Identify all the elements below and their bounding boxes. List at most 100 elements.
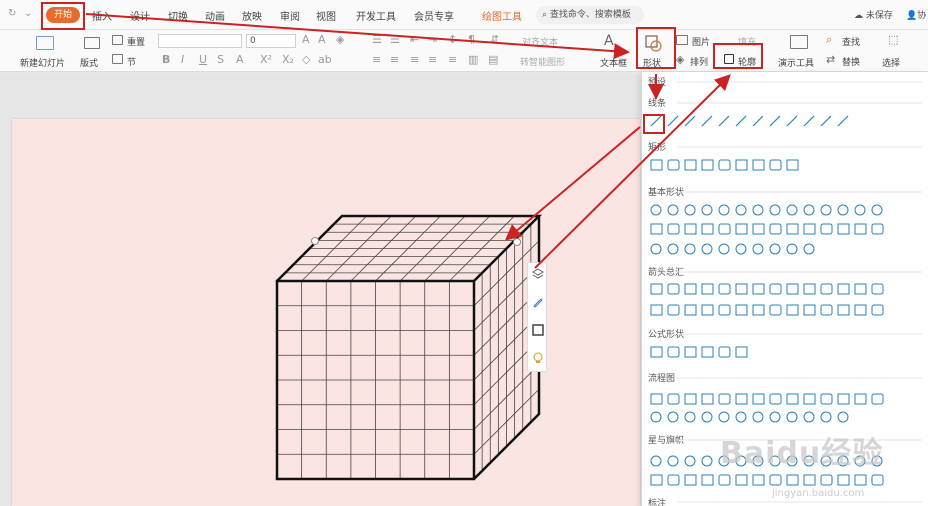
shape-option[interactable] <box>701 474 714 486</box>
shape-option[interactable] <box>752 474 765 486</box>
shape-option[interactable] <box>871 283 884 295</box>
shape-option[interactable] <box>667 283 680 295</box>
shape-option[interactable] <box>718 346 731 358</box>
shape-option[interactable] <box>752 115 764 127</box>
shape-option[interactable] <box>854 223 867 235</box>
shape-option[interactable] <box>684 204 696 216</box>
shape-option[interactable] <box>820 283 833 295</box>
shape-option[interactable] <box>718 159 731 171</box>
selection-handle[interactable] <box>513 238 521 246</box>
shape-option[interactable] <box>650 304 663 316</box>
shape-option[interactable] <box>803 115 815 127</box>
shape-option[interactable] <box>735 393 748 405</box>
shape-option[interactable] <box>769 204 781 216</box>
outline-square-icon[interactable] <box>531 323 545 337</box>
shape-option[interactable] <box>803 283 816 295</box>
shape-option[interactable] <box>786 159 799 171</box>
layers-icon[interactable] <box>531 267 545 281</box>
shape-option[interactable] <box>667 304 680 316</box>
shape-option[interactable] <box>701 115 713 127</box>
shape-option[interactable] <box>718 243 730 255</box>
shape-option[interactable] <box>667 411 679 423</box>
shape-option[interactable] <box>667 243 679 255</box>
shape-option[interactable] <box>701 411 713 423</box>
shape-option[interactable] <box>803 304 816 316</box>
shape-option[interactable] <box>718 283 731 295</box>
shape-option[interactable] <box>650 283 663 295</box>
shape-option[interactable] <box>769 474 782 486</box>
shape-option[interactable] <box>854 474 867 486</box>
shape-option[interactable] <box>752 283 765 295</box>
shape-option[interactable] <box>837 223 850 235</box>
shape-option[interactable] <box>735 304 748 316</box>
shape-option[interactable] <box>650 455 662 467</box>
selection-handle[interactable] <box>311 237 319 245</box>
shape-option[interactable] <box>820 115 832 127</box>
shape-option[interactable] <box>820 204 832 216</box>
shape-option[interactable] <box>769 223 782 235</box>
shape-option[interactable] <box>786 393 799 405</box>
shape-option[interactable] <box>684 283 697 295</box>
shape-option[interactable] <box>701 204 713 216</box>
shape-option[interactable] <box>650 204 662 216</box>
shape-option[interactable] <box>803 474 816 486</box>
shape-option[interactable] <box>786 304 799 316</box>
shape-option[interactable] <box>684 411 696 423</box>
shape-option[interactable] <box>735 223 748 235</box>
shape-option[interactable] <box>769 159 782 171</box>
shape-option[interactable] <box>769 304 782 316</box>
shape-option[interactable] <box>820 223 833 235</box>
shape-option[interactable] <box>786 283 799 295</box>
shape-option[interactable] <box>752 304 765 316</box>
shape-option[interactable] <box>684 304 697 316</box>
shape-option[interactable] <box>820 304 833 316</box>
shape-option[interactable] <box>837 411 849 423</box>
shape-option[interactable] <box>854 204 866 216</box>
shape-option[interactable] <box>786 204 798 216</box>
shape-option[interactable] <box>684 455 696 467</box>
shape-option[interactable] <box>769 243 781 255</box>
shape-option[interactable] <box>667 159 680 171</box>
unsaved-status[interactable]: ☁ 未保存 <box>854 8 893 21</box>
shape-option[interactable] <box>803 393 816 405</box>
shape-option[interactable] <box>735 115 747 127</box>
shape-option[interactable] <box>837 283 850 295</box>
shape-option[interactable] <box>701 304 714 316</box>
shape-option[interactable] <box>803 411 815 423</box>
shape-option[interactable] <box>701 455 713 467</box>
shape-option[interactable] <box>701 159 714 171</box>
shape-option[interactable] <box>854 393 867 405</box>
shape-option[interactable] <box>667 223 680 235</box>
shape-option[interactable] <box>752 411 764 423</box>
shape-option[interactable] <box>752 159 765 171</box>
shape-option[interactable] <box>752 243 764 255</box>
shape-option[interactable] <box>871 223 884 235</box>
bulb-icon[interactable] <box>531 351 545 365</box>
shape-option[interactable] <box>871 474 884 486</box>
shape-option[interactable] <box>735 411 747 423</box>
shape-option[interactable] <box>684 159 697 171</box>
shape-option[interactable] <box>650 474 663 486</box>
shape-option[interactable] <box>684 243 696 255</box>
shape-option[interactable] <box>854 304 867 316</box>
shape-option[interactable] <box>735 346 748 358</box>
shape-option[interactable] <box>769 115 781 127</box>
shape-option[interactable] <box>871 393 884 405</box>
shape-option[interactable] <box>786 243 798 255</box>
shape-option[interactable] <box>684 223 697 235</box>
shape-option[interactable] <box>820 474 833 486</box>
shape-option[interactable] <box>752 393 765 405</box>
shape-option[interactable] <box>752 223 765 235</box>
shape-option[interactable] <box>667 346 680 358</box>
shape-option[interactable] <box>837 393 850 405</box>
shape-option[interactable] <box>684 474 697 486</box>
shape-option[interactable] <box>803 223 816 235</box>
shape-option[interactable] <box>871 204 883 216</box>
shape-option[interactable] <box>718 223 731 235</box>
shape-option[interactable] <box>837 474 850 486</box>
collab-button[interactable]: 👤协 <box>906 8 926 21</box>
pen-icon[interactable] <box>531 295 545 309</box>
shape-option[interactable] <box>718 474 731 486</box>
shape-option[interactable] <box>786 223 799 235</box>
shape-option[interactable] <box>735 204 747 216</box>
